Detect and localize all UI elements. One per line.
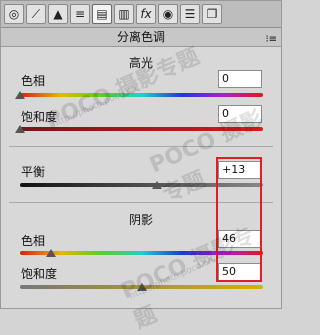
camera-icon[interactable]: ◉ xyxy=(158,4,178,24)
split-toning-icon[interactable]: ▤ xyxy=(92,4,112,24)
sliders-icon[interactable]: ☰ xyxy=(180,4,200,24)
shadows-saturation-label: 饱和度 xyxy=(21,267,58,281)
highlights-hue-field[interactable]: 0 xyxy=(218,70,262,88)
highlights-saturation-thumb[interactable] xyxy=(15,125,25,133)
lines-icon[interactable]: ≡ xyxy=(70,4,90,24)
watermark: POCO 摄影专题 xyxy=(117,223,259,334)
panel-header: 分离色调 ⁝≡ xyxy=(1,28,281,47)
shadows-hue-thumb[interactable] xyxy=(46,249,57,257)
aperture-icon[interactable]: ◎ xyxy=(4,4,24,24)
balance-label: 平衡 xyxy=(21,165,46,179)
curve-icon[interactable]: ⟋ xyxy=(26,4,46,24)
panel-toolbar: ◎ ⟋ ▲ ≡ ▤ ▥ fx ◉ ☰ ❐ xyxy=(1,1,281,28)
panel-title: 分离色调 xyxy=(116,30,165,44)
split-toning-panel: ◎ ⟋ ▲ ≡ ▤ ▥ fx ◉ ☰ ❐ 分离色调 ⁝≡ 高光 色相 0 饱和度… xyxy=(0,0,282,334)
mountain-icon[interactable]: ▲ xyxy=(48,4,68,24)
fx-icon[interactable]: fx xyxy=(136,4,156,24)
shadows-hue-label: 色相 xyxy=(21,234,46,248)
barcode-icon[interactable]: ▥ xyxy=(114,4,134,24)
highlights-hue-label: 色相 xyxy=(21,74,46,88)
highlights-hue-thumb[interactable] xyxy=(15,91,25,99)
layers-icon[interactable]: ❐ xyxy=(202,4,222,24)
panel-menu-icon[interactable]: ⁝≡ xyxy=(265,31,277,49)
